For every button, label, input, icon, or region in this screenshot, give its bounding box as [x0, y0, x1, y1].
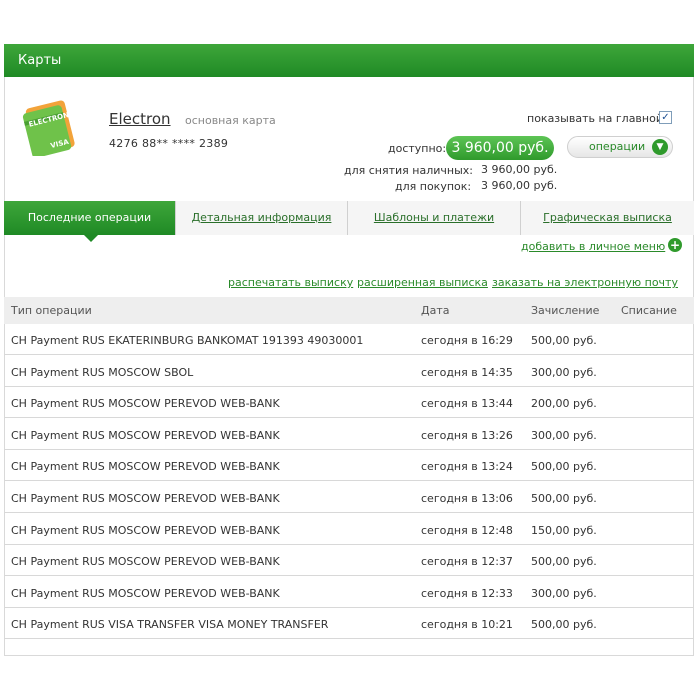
operation-type-cell: CH Payment RUS MOSCOW SBOL: [11, 366, 194, 379]
column-header-date: Дата: [421, 304, 450, 317]
table-row[interactable]: CH Payment RUS MOSCOW PEREVOD WEB-BANK се…: [4, 545, 694, 576]
operation-credit-cell: 500,00 руб.: [531, 555, 597, 568]
purchase-limit-value: 3 960,00 руб.: [481, 179, 558, 192]
operation-credit-cell: 300,00 руб.: [531, 429, 597, 442]
active-tab-pointer: [84, 235, 98, 242]
operation-credit-cell: 200,00 руб.: [531, 397, 597, 410]
card-name-link[interactable]: Electron: [109, 110, 171, 128]
chevron-down-icon: ▼: [652, 139, 668, 155]
email-statement-link[interactable]: заказать на электронную почту: [492, 276, 678, 289]
card-icon: ELECTRON VISA: [22, 98, 76, 156]
operation-date-cell: сегодня в 13:44: [421, 397, 513, 410]
available-label: доступно:: [388, 142, 447, 155]
table-row[interactable]: CH Payment RUS MOSCOW SBOL сегодня в 14:3…: [4, 356, 694, 387]
operation-credit-cell: 500,00 руб.: [531, 334, 597, 347]
tab-recent-operations[interactable]: Последние операции: [4, 201, 176, 235]
operation-type-cell: CH Payment RUS MOSCOW PEREVOD WEB-BANK: [11, 524, 280, 537]
operation-date-cell: сегодня в 12:33: [421, 587, 513, 600]
cash-limit-value: 3 960,00 руб.: [481, 163, 558, 176]
operation-type-cell: CH Payment RUS EKATERINBURG BANKOMAT 191…: [11, 334, 364, 347]
card-number: 4276 88** **** 2389: [109, 137, 229, 150]
column-header-debit: Списание: [621, 304, 677, 317]
operation-type-cell: CH Payment RUS VISA TRANSFER VISA MONEY …: [11, 618, 329, 631]
extended-statement-link[interactable]: расширенная выписка: [357, 276, 488, 289]
show-on-main-checkbox[interactable]: ✓: [659, 111, 672, 124]
add-to-menu-link[interactable]: добавить в личное меню: [521, 240, 665, 253]
print-statement-link[interactable]: распечатать выписку: [228, 276, 353, 289]
table-row[interactable]: CH Payment RUS MOSCOW PEREVOD WEB-BANK се…: [4, 482, 694, 513]
operation-date-cell: сегодня в 13:26: [421, 429, 513, 442]
card-type-label: основная карта: [185, 114, 276, 127]
table-row[interactable]: CH Payment RUS MOSCOW PEREVOD WEB-BANK се…: [4, 387, 694, 418]
table-row[interactable]: CH Payment RUS VISA TRANSFER VISA MONEY …: [4, 608, 694, 639]
operation-date-cell: сегодня в 12:48: [421, 524, 513, 537]
operation-credit-cell: 150,00 руб.: [531, 524, 597, 537]
operation-date-cell: сегодня в 13:24: [421, 460, 513, 473]
table-row[interactable]: CH Payment RUS MOSCOW PEREVOD WEB-BANK се…: [4, 577, 694, 608]
operation-date-cell: сегодня в 12:37: [421, 555, 513, 568]
operation-credit-cell: 300,00 руб.: [531, 587, 597, 600]
plus-icon[interactable]: +: [668, 238, 682, 252]
operation-type-cell: CH Payment RUS MOSCOW PEREVOD WEB-BANK: [11, 587, 280, 600]
table-row[interactable]: CH Payment RUS MOSCOW PEREVOD WEB-BANK се…: [4, 514, 694, 545]
panel-title: Карты: [4, 44, 694, 77]
operation-type-cell: CH Payment RUS MOSCOW PEREVOD WEB-BANK: [11, 460, 280, 473]
column-header-type: Тип операции: [11, 304, 92, 317]
operations-button[interactable]: операции ▼: [567, 136, 673, 158]
operation-date-cell: сегодня в 14:35: [421, 366, 513, 379]
tab-templates-payments[interactable]: Шаблоны и платежи: [348, 201, 521, 235]
operation-type-cell: CH Payment RUS MOSCOW PEREVOD WEB-BANK: [11, 397, 280, 410]
operation-type-cell: CH Payment RUS MOSCOW PEREVOD WEB-BANK: [11, 555, 280, 568]
cash-limit-label: для снятия наличных:: [344, 164, 473, 177]
table-row[interactable]: CH Payment RUS MOSCOW PEREVOD WEB-BANK се…: [4, 419, 694, 450]
tab-detailed-info[interactable]: Детальная информация: [176, 201, 348, 235]
show-on-main-label: показывать на главной: [527, 112, 663, 125]
operation-credit-cell: 500,00 руб.: [531, 618, 597, 631]
tab-graphic-statement[interactable]: Графическая выписка: [521, 201, 694, 235]
operation-date-cell: сегодня в 13:06: [421, 492, 513, 505]
operation-date-cell: сегодня в 16:29: [421, 334, 513, 347]
column-header-credit: Зачисление: [531, 304, 600, 317]
operation-date-cell: сегодня в 10:21: [421, 618, 513, 631]
operation-type-cell: CH Payment RUS MOSCOW PEREVOD WEB-BANK: [11, 492, 280, 505]
operation-type-cell: CH Payment RUS MOSCOW PEREVOD WEB-BANK: [11, 429, 280, 442]
purchase-limit-label: для покупок:: [395, 180, 472, 193]
operation-credit-cell: 500,00 руб.: [531, 492, 597, 505]
available-balance-badge: 3 960,00 руб.: [446, 136, 554, 160]
operation-credit-cell: 500,00 руб.: [531, 460, 597, 473]
checkbox-checked-icon: ✓: [661, 112, 670, 123]
operation-credit-cell: 300,00 руб.: [531, 366, 597, 379]
operations-button-label: операции: [589, 140, 646, 153]
table-row[interactable]: CH Payment RUS MOSCOW PEREVOD WEB-BANK се…: [4, 450, 694, 481]
table-row[interactable]: CH Payment RUS EKATERINBURG BANKOMAT 191…: [4, 324, 694, 355]
